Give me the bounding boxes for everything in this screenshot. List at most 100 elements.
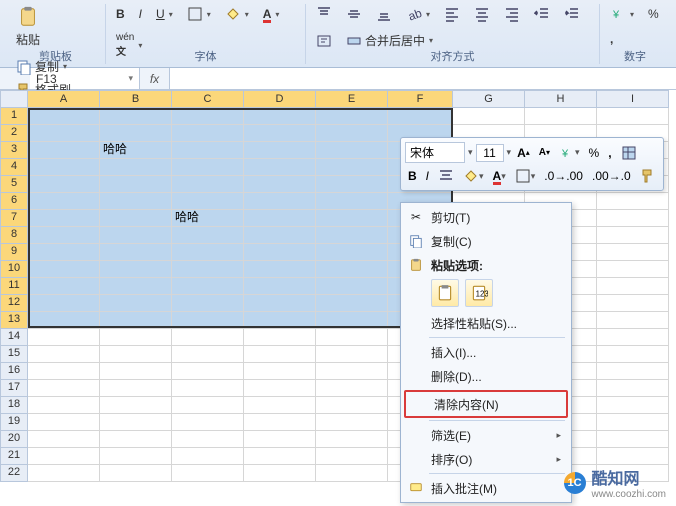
cell[interactable]	[28, 295, 100, 312]
cell[interactable]	[597, 448, 669, 465]
cell[interactable]	[244, 414, 316, 431]
mini-shrink-font[interactable]: A▾	[536, 145, 553, 160]
cell[interactable]	[28, 244, 100, 261]
orientation-button[interactable]: ab▾	[402, 4, 434, 24]
row-header-7[interactable]: 7	[0, 210, 28, 227]
mini-font-size[interactable]: 11	[476, 144, 504, 162]
cell[interactable]	[316, 295, 388, 312]
cell[interactable]	[244, 244, 316, 261]
cell[interactable]	[597, 363, 669, 380]
cell[interactable]	[244, 448, 316, 465]
cell[interactable]	[28, 261, 100, 278]
cell[interactable]	[244, 159, 316, 176]
cell[interactable]	[100, 227, 172, 244]
cell[interactable]	[597, 329, 669, 346]
mini-align[interactable]	[435, 166, 457, 186]
align-bot-button[interactable]	[372, 4, 396, 24]
col-header-A[interactable]: A	[28, 90, 100, 108]
cell[interactable]	[28, 227, 100, 244]
cell[interactable]	[28, 431, 100, 448]
cell[interactable]	[172, 397, 244, 414]
cell[interactable]	[172, 193, 244, 210]
cell[interactable]	[244, 431, 316, 448]
select-all-corner[interactable]	[0, 90, 28, 108]
percent-button[interactable]: %	[644, 5, 663, 23]
cell[interactable]	[28, 142, 100, 159]
cell[interactable]	[28, 448, 100, 465]
align-mid-button[interactable]	[342, 4, 366, 24]
row-header-13[interactable]: 13	[0, 312, 28, 329]
cell[interactable]	[172, 414, 244, 431]
cell[interactable]	[172, 312, 244, 329]
cell[interactable]	[244, 210, 316, 227]
italic-button[interactable]: I	[135, 5, 146, 23]
cell[interactable]	[244, 363, 316, 380]
cell[interactable]	[100, 125, 172, 142]
cell[interactable]	[172, 346, 244, 363]
row-header-17[interactable]: 17	[0, 380, 28, 397]
cell[interactable]	[316, 329, 388, 346]
cell[interactable]	[597, 261, 669, 278]
row-header-19[interactable]: 19	[0, 414, 28, 431]
cell[interactable]	[28, 159, 100, 176]
row-header-12[interactable]: 12	[0, 295, 28, 312]
row-header-1[interactable]: 1	[0, 108, 28, 125]
cell[interactable]	[316, 193, 388, 210]
cell[interactable]	[244, 261, 316, 278]
indent-dec-button[interactable]	[530, 4, 554, 24]
cell[interactable]	[244, 227, 316, 244]
cell[interactable]	[28, 312, 100, 329]
cell[interactable]	[244, 278, 316, 295]
align-center-button[interactable]	[470, 4, 494, 24]
cell[interactable]	[100, 159, 172, 176]
col-header-G[interactable]: G	[453, 90, 525, 108]
cell[interactable]	[316, 465, 388, 482]
border-button[interactable]: ▾	[183, 4, 215, 24]
ctx-paste-special[interactable]: 选择性粘贴(S)...	[403, 311, 569, 335]
mini-bold[interactable]: B	[405, 167, 420, 185]
cell[interactable]	[316, 227, 388, 244]
cell[interactable]	[316, 108, 388, 125]
cell[interactable]	[172, 295, 244, 312]
cell[interactable]	[28, 414, 100, 431]
cell[interactable]	[316, 397, 388, 414]
mini-font-color[interactable]: A▾	[490, 167, 509, 185]
cell[interactable]	[244, 295, 316, 312]
align-right-button[interactable]	[500, 4, 524, 24]
cell[interactable]	[172, 142, 244, 159]
cell[interactable]	[244, 465, 316, 482]
cell[interactable]	[28, 193, 100, 210]
cell[interactable]	[525, 108, 597, 125]
mini-font-name[interactable]: 宋体	[405, 142, 465, 163]
cell[interactable]	[597, 312, 669, 329]
cell[interactable]	[172, 380, 244, 397]
font-color-button[interactable]: A▾	[259, 5, 284, 23]
cell[interactable]	[316, 312, 388, 329]
cell[interactable]	[172, 261, 244, 278]
cell[interactable]	[316, 448, 388, 465]
cell[interactable]	[100, 380, 172, 397]
ctx-clear-contents[interactable]: 清除内容(N)	[406, 392, 566, 416]
col-header-B[interactable]: B	[100, 90, 172, 108]
cell[interactable]	[244, 125, 316, 142]
cell[interactable]	[244, 176, 316, 193]
cell[interactable]	[172, 125, 244, 142]
currency-button[interactable]: ¥▾	[606, 4, 638, 24]
cell[interactable]	[597, 414, 669, 431]
row-header-21[interactable]: 21	[0, 448, 28, 465]
cell[interactable]	[100, 431, 172, 448]
row-header-3[interactable]: 3	[0, 142, 28, 159]
cell[interactable]	[244, 380, 316, 397]
cell[interactable]	[316, 414, 388, 431]
cell[interactable]	[172, 329, 244, 346]
row-header-22[interactable]: 22	[0, 465, 28, 482]
underline-button[interactable]: U▾	[152, 5, 177, 23]
cell[interactable]	[244, 312, 316, 329]
cell[interactable]	[316, 159, 388, 176]
col-header-F[interactable]: F	[388, 90, 453, 108]
cell[interactable]: 哈哈	[172, 210, 244, 227]
cell[interactable]	[100, 261, 172, 278]
cell[interactable]	[244, 142, 316, 159]
col-header-E[interactable]: E	[316, 90, 388, 108]
cell[interactable]	[597, 210, 669, 227]
